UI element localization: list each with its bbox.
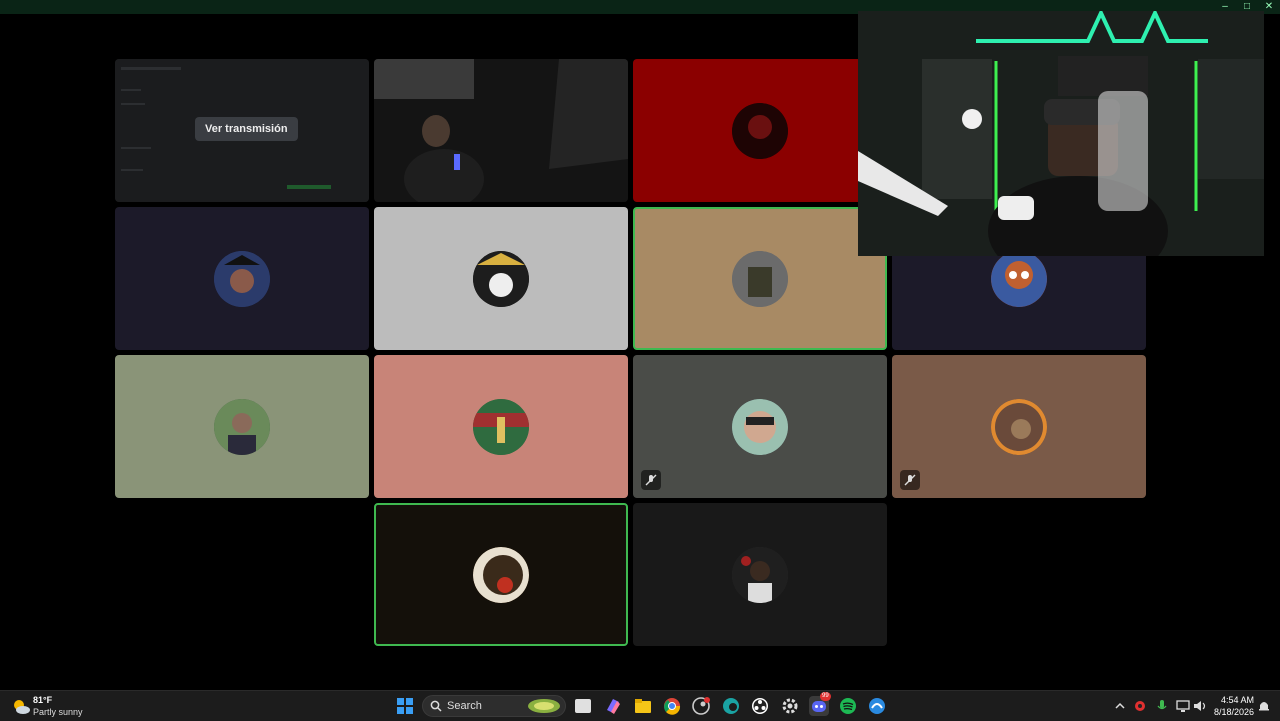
- chevron-up-icon[interactable]: [1113, 699, 1127, 713]
- video-tile[interactable]: [374, 59, 628, 202]
- file-explorer-icon[interactable]: [633, 696, 653, 716]
- steam-icon[interactable]: [691, 696, 711, 716]
- windows-start-icon[interactable]: [395, 696, 415, 716]
- clock-time: 4:54 AM: [1220, 695, 1254, 705]
- discord-notification-badge: 99: [820, 692, 831, 701]
- watch-stream-button[interactable]: Ver transmisión: [195, 117, 298, 141]
- copilot-icon[interactable]: [603, 696, 623, 716]
- partly-sunny-icon: [14, 700, 30, 714]
- taskbar-search[interactable]: Search: [422, 695, 566, 717]
- notification-bell-icon[interactable]: [1257, 699, 1271, 713]
- avatar: [732, 102, 788, 159]
- chrome-icon[interactable]: [662, 696, 682, 716]
- participant-tile[interactable]: [374, 207, 628, 350]
- avatar: [991, 398, 1047, 455]
- participant-tile[interactable]: [115, 355, 369, 498]
- volume-icon[interactable]: [1193, 699, 1207, 713]
- participant-tile-speaking[interactable]: [374, 503, 628, 646]
- weather-temperature: 81°F: [33, 695, 53, 705]
- avatar: [473, 546, 529, 603]
- avatar: [991, 250, 1047, 307]
- participant-tile[interactable]: [115, 207, 369, 350]
- participant-tile[interactable]: [374, 355, 628, 498]
- taskbar-clock[interactable]: 4:54 AM 8/18/2026: [1214, 694, 1254, 718]
- avatar: [214, 250, 270, 307]
- taskbar: 81°F Partly sunny Search 99 4:54 AM 8/18…: [0, 690, 1280, 721]
- tray-app-icon[interactable]: [1133, 699, 1147, 713]
- spotify-icon[interactable]: [838, 696, 858, 716]
- obs-icon[interactable]: [750, 696, 770, 716]
- clock-date: 8/18/2026: [1213, 707, 1254, 717]
- participant-tile[interactable]: [633, 355, 887, 498]
- avatar: [732, 398, 788, 455]
- participant-tile[interactable]: [633, 59, 887, 202]
- avatar: [473, 250, 529, 307]
- avatar: [473, 398, 529, 455]
- avatar: [732, 546, 788, 603]
- participant-tile[interactable]: [633, 503, 887, 646]
- settings-gear-icon[interactable]: [780, 696, 800, 716]
- participant-tile-speaking[interactable]: [633, 207, 887, 350]
- microphone-icon[interactable]: [1155, 699, 1169, 713]
- edge-icon[interactable]: [721, 696, 741, 716]
- search-icon: [430, 700, 442, 712]
- stream-preview-tile[interactable]: Ver transmisión: [115, 59, 369, 202]
- participant-tile[interactable]: [892, 355, 1146, 498]
- app-blue-icon[interactable]: [867, 696, 887, 716]
- search-label: Search: [447, 700, 482, 712]
- muted-mic-icon: [641, 470, 661, 490]
- task-view-icon[interactable]: [575, 699, 591, 713]
- weather-condition: Partly sunny: [33, 707, 83, 717]
- discord-icon[interactable]: 99: [809, 692, 831, 716]
- network-icon[interactable]: [1176, 699, 1190, 713]
- participant-video: [374, 59, 628, 202]
- avatar: [732, 250, 788, 307]
- streamer-webcam: [858, 11, 1264, 256]
- avatar: [214, 398, 270, 455]
- search-highlight-icon: [528, 699, 560, 713]
- muted-mic-icon: [900, 470, 920, 490]
- webcam-feed: [858, 11, 1264, 256]
